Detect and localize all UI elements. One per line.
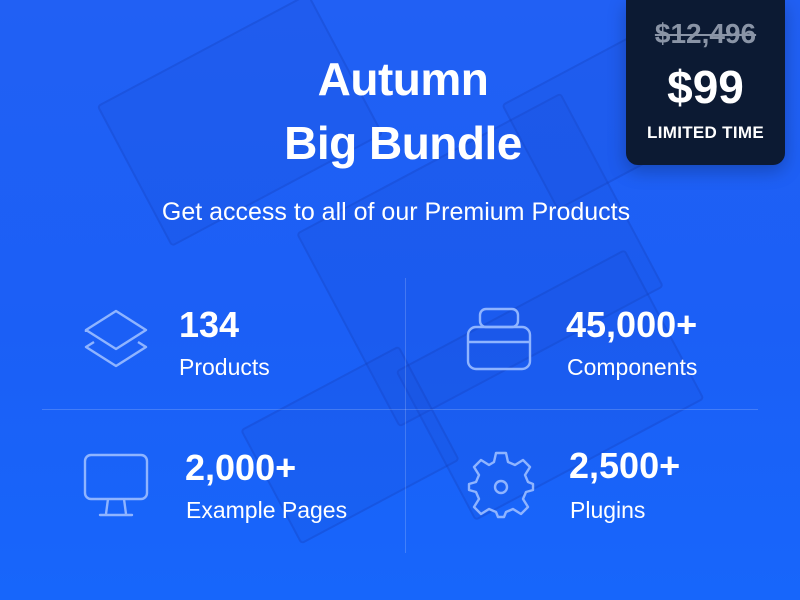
stat-label: Plugins: [570, 497, 646, 523]
monitor-icon: [82, 452, 150, 520]
price-card[interactable]: $12,496 $99 LIMITED TIME: [626, 0, 785, 165]
old-price: $12,496: [654, 18, 757, 49]
components-icon: [466, 306, 532, 372]
limited-time-badge: LIMITED TIME: [647, 123, 764, 142]
new-price: $99: [667, 61, 744, 113]
layers-icon: [82, 308, 150, 380]
grid-divider-vertical: [405, 278, 406, 553]
stat-label: Example Pages: [186, 497, 348, 523]
stat-value: 45,000+: [566, 304, 698, 345]
stat-value: 2,500+: [569, 445, 681, 486]
gear-icon: [466, 450, 536, 520]
grid-divider-horizontal: [42, 409, 758, 410]
stat-value: 2,000+: [185, 447, 297, 488]
stat-label: Components: [567, 354, 698, 380]
stat-value: 134: [179, 304, 240, 345]
stat-label: Products: [179, 354, 270, 380]
hero-subtitle: Get access to all of our Premium Product…: [161, 198, 631, 226]
